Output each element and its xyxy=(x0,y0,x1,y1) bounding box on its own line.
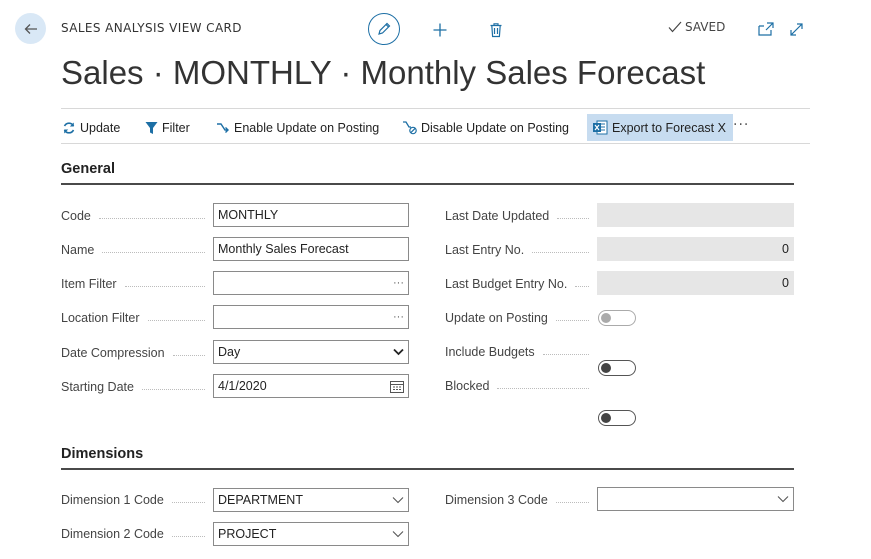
refresh-icon xyxy=(63,122,75,134)
chevron-down-icon xyxy=(393,348,404,356)
last-entry-no-value: 0 xyxy=(597,237,794,261)
filter-action[interactable]: Filter xyxy=(145,118,190,138)
dimension-3-code-select[interactable] xyxy=(597,487,794,511)
pencil-icon xyxy=(378,22,391,35)
code-field[interactable]: MONTHLY xyxy=(213,203,409,227)
checkmark-icon xyxy=(668,21,682,33)
item-filter-label: Item Filter xyxy=(61,272,213,296)
last-date-updated-label: Last Date Updated xyxy=(445,204,597,228)
location-filter-field[interactable]: ··· xyxy=(213,305,409,329)
export-to-forecast-action[interactable]: Export to Forecast X xyxy=(587,114,733,141)
dimension-2-code-label: Dimension 2 Code xyxy=(61,522,213,546)
open-new-window-button[interactable] xyxy=(757,20,775,38)
expand-button[interactable] xyxy=(787,20,805,38)
location-filter-label: Location Filter xyxy=(61,306,213,330)
enable-update-on-posting-action[interactable]: Enable Update on Posting xyxy=(216,118,379,138)
update-action[interactable]: Update xyxy=(62,118,120,138)
name-field[interactable]: Monthly Sales Forecast xyxy=(213,237,409,261)
item-filter-assist-button[interactable]: ··· xyxy=(393,277,404,289)
location-filter-assist-button[interactable]: ··· xyxy=(393,311,404,323)
general-section-divider xyxy=(61,183,794,185)
item-filter-field[interactable]: ··· xyxy=(213,271,409,295)
include-budgets-label: Include Budgets xyxy=(445,340,597,364)
chevron-down-icon xyxy=(392,497,404,504)
save-status: SAVED xyxy=(668,20,725,34)
include-budgets-toggle[interactable] xyxy=(598,360,636,376)
disable-update-on-posting-action[interactable]: Disable Update on Posting xyxy=(402,118,569,138)
new-button[interactable] xyxy=(430,20,450,40)
update-on-posting-toggle xyxy=(598,310,636,326)
name-label: Name xyxy=(61,238,213,262)
excel-icon xyxy=(593,120,608,135)
expand-icon xyxy=(789,22,803,36)
more-actions-button[interactable]: ··· xyxy=(733,117,749,133)
open-new-window-icon xyxy=(758,22,774,36)
blocked-toggle[interactable] xyxy=(598,410,636,426)
filter-action-label: Filter xyxy=(162,121,190,135)
starting-date-field[interactable]: 4/1/2020 xyxy=(213,374,409,398)
chevron-down-icon xyxy=(777,496,789,503)
export-to-forecast-label: Export to Forecast X xyxy=(612,120,726,135)
back-button[interactable] xyxy=(15,13,46,44)
trash-icon xyxy=(490,23,502,38)
last-date-updated-value xyxy=(597,203,794,227)
back-arrow-icon xyxy=(24,23,37,34)
disable-icon xyxy=(403,121,417,135)
save-status-label: SAVED xyxy=(685,20,726,34)
dimension-1-code-label: Dimension 1 Code xyxy=(61,488,213,512)
dimensions-section-title[interactable]: Dimensions xyxy=(61,446,143,462)
general-section-title[interactable]: General xyxy=(61,161,115,177)
page-title: Sales · MONTHLY · Monthly Sales Forecast xyxy=(61,54,706,91)
blocked-label: Blocked xyxy=(445,374,597,398)
update-on-posting-label: Update on Posting xyxy=(445,306,597,330)
action-bar-bottom-divider xyxy=(61,143,810,144)
edit-button[interactable] xyxy=(368,13,400,45)
action-bar-top-divider xyxy=(61,108,810,109)
enable-arrow-icon xyxy=(217,123,229,133)
dimension-1-code-select[interactable]: DEPARTMENT xyxy=(213,488,409,512)
card-type-caption: SALES ANALYSIS VIEW CARD xyxy=(61,21,242,35)
dimensions-section-divider xyxy=(61,468,794,470)
last-budget-entry-no-value: 0 xyxy=(597,271,794,295)
chevron-down-icon xyxy=(392,531,404,538)
filter-icon xyxy=(145,122,158,134)
last-entry-no-label: Last Entry No. xyxy=(445,238,597,262)
starting-date-label: Starting Date xyxy=(61,375,213,399)
delete-button[interactable] xyxy=(486,20,506,40)
dimension-3-code-label: Dimension 3 Code xyxy=(445,488,597,512)
update-action-label: Update xyxy=(80,121,121,135)
date-compression-select[interactable]: Day xyxy=(213,340,409,364)
dimension-2-code-select[interactable]: PROJECT xyxy=(213,522,409,546)
disable-update-on-posting-label: Disable Update on Posting xyxy=(421,121,570,135)
calendar-icon[interactable] xyxy=(390,380,404,393)
code-label: Code xyxy=(61,204,213,228)
date-compression-label: Date Compression xyxy=(61,341,213,365)
plus-icon xyxy=(433,23,447,37)
enable-update-on-posting-label: Enable Update on Posting xyxy=(234,121,380,135)
last-budget-entry-no-label: Last Budget Entry No. xyxy=(445,272,597,296)
